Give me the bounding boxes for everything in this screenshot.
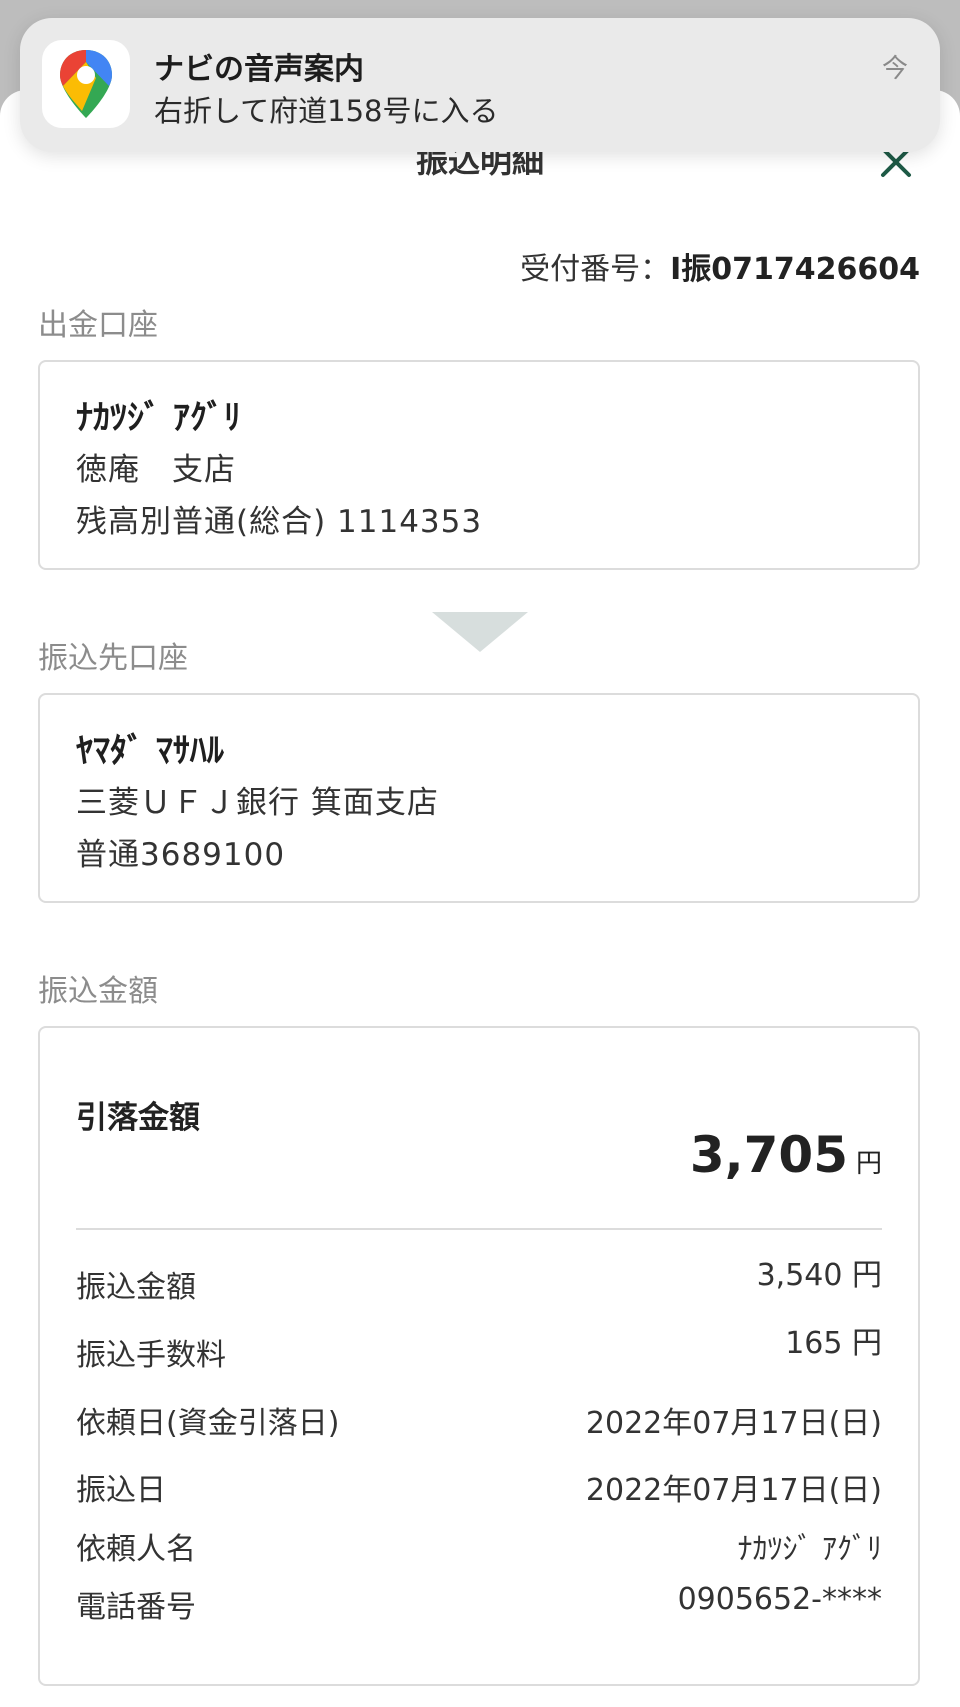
source-account-card: ﾅｶﾂｼﾞ ｱｸﾞﾘ 徳庵 支店 残高別普通(総合) 1114353 [38,360,920,570]
destination-account-card: ﾔﾏﾀﾞ ﾏｻﾊﾙ 三菱ＵＦＪ銀行 箕面支店 普通3689100 [38,693,920,903]
row-transfer-date-value: 2022年07月17日(日) [585,1473,882,1508]
navigation-notification[interactable]: ナビの音声案内 右折して府道158号に入る 今 [20,18,940,152]
source-account-branch: 徳庵 支店 [76,452,236,488]
google-maps-icon [60,50,112,118]
total-amount-unit: 円 [855,1149,882,1179]
app-icon [42,40,130,128]
notification-body: 右折して府道158号に入る [154,94,499,128]
row-transfer-amount-value: 3,540 円 [756,1258,882,1293]
transfer-arrow-icon [432,612,528,652]
destination-account-name: ﾔﾏﾀﾞ ﾏｻﾊﾙ [76,731,224,771]
row-transfer-date-label: 振込日 [76,1473,166,1508]
source-account-number: 残高別普通(総合) 1114353 [76,504,483,540]
row-requester-name-value: ﾅｶﾂｼﾞ ｱｸﾞﾘ [737,1532,882,1567]
total-amount-label: 引落金額 [76,1100,200,1136]
row-fee-label: 振込手数料 [76,1338,226,1373]
destination-account-label: 振込先口座 [38,641,188,676]
notification-time: 今 [881,54,908,84]
row-transfer-amount-label: 振込金額 [76,1270,196,1305]
row-request-date-label: 依頼日(資金引落日) [76,1406,340,1441]
row-phone-value: 0905652-**** [677,1582,882,1617]
row-phone-label: 電話番号 [76,1590,196,1625]
row-requester-name-label: 依頼人名 [76,1532,196,1567]
row-fee-value: 165 円 [785,1326,882,1361]
destination-account-number: 普通3689100 [76,837,286,873]
row-request-date-value: 2022年07月17日(日) [585,1406,882,1441]
receipt-number: 受付番号：I振0717426604 [520,244,920,288]
notification-title: ナビの音声案内 [154,52,364,87]
receipt-label: 受付番号： [520,252,671,287]
receipt-value: I振0717426604 [670,252,920,287]
source-account-name: ﾅｶﾂｼﾞ ｱｸﾞﾘ [76,398,241,438]
amount-section-label: 振込金額 [38,974,158,1009]
destination-bank-branch: 三菱ＵＦＪ銀行 箕面支店 [76,785,439,821]
amount-card: 引落金額 3,705 円 振込金額 3,540 円 振込手数料 165 円 依頼日… [38,1026,920,1686]
total-amount: 3,705 円 [690,1126,882,1184]
divider [76,1228,882,1230]
total-amount-value: 3,705 [689,1126,848,1184]
source-account-label: 出金口座 [38,308,158,343]
